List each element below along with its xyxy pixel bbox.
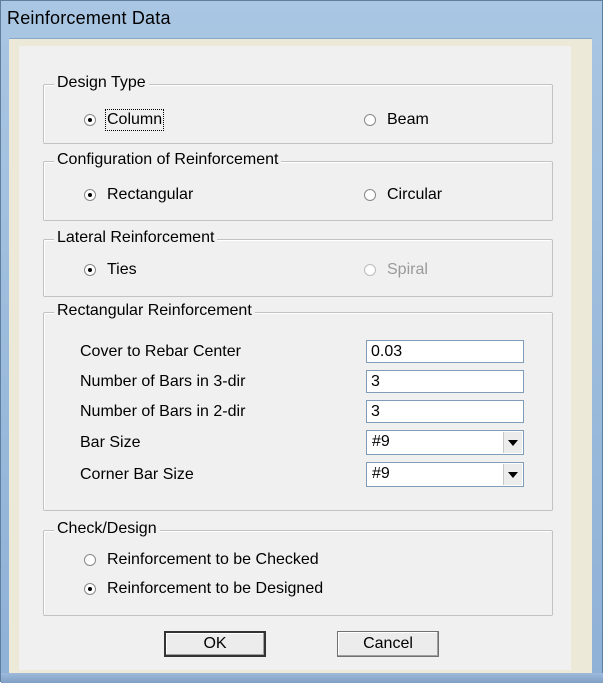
corner-bar-size-select[interactable]: #9 — [366, 462, 524, 487]
corner-bar-size-value: #9 — [372, 465, 390, 482]
radio-beam-indicator[interactable] — [364, 114, 376, 126]
cover-input[interactable] — [366, 340, 524, 363]
window-title: Reinforcement Data — [7, 8, 171, 28]
bars-2dir-label: Number of Bars in 2-dir — [80, 403, 246, 420]
radio-rectangular-indicator[interactable] — [84, 189, 96, 201]
radio-circular-label: Circular — [387, 186, 443, 203]
radio-rectangular-label: Rectangular — [107, 186, 194, 203]
radio-circular-indicator[interactable] — [364, 189, 376, 201]
radio-ties-label: Ties — [107, 261, 137, 278]
bars-3dir-input[interactable] — [366, 370, 524, 393]
cancel-button[interactable]: Cancel — [337, 631, 439, 657]
rectangular-reinforcement-group: Rectangular Reinforcement Cover to Rebar… — [43, 302, 553, 511]
radio-column-label: Column — [104, 109, 165, 131]
radio-ties-indicator[interactable] — [84, 264, 96, 276]
configuration-group: Configuration of Reinforcement Rectangul… — [43, 151, 553, 221]
radio-circular[interactable]: Circular — [364, 184, 442, 206]
bars-3dir-label: Number of Bars in 3-dir — [80, 373, 246, 390]
dialog-body: Design Type Column Beam Configuration of… — [19, 46, 571, 670]
radio-spiral-label: Spiral — [387, 261, 428, 278]
radio-column[interactable]: Column — [84, 109, 165, 131]
cover-label: Cover to Rebar Center — [80, 343, 241, 360]
check-design-group: Check/Design Reinforcement to be Checked… — [43, 520, 553, 616]
radio-spiral: Spiral — [364, 259, 428, 281]
bar-size-select[interactable]: #9 — [366, 430, 524, 455]
radio-reinforcement-checked[interactable]: Reinforcement to be Checked — [84, 549, 319, 571]
title-bar[interactable]: Reinforcement Data — [1, 1, 603, 37]
radio-spiral-indicator — [364, 264, 376, 276]
radio-column-indicator[interactable] — [84, 114, 96, 126]
design-type-legend: Design Type — [54, 74, 149, 92]
radio-reinforcement-checked-label: Reinforcement to be Checked — [107, 551, 319, 568]
chevron-down-icon[interactable] — [503, 464, 522, 485]
lateral-legend: Lateral Reinforcement — [54, 229, 218, 247]
radio-reinforcement-designed-indicator[interactable] — [84, 583, 96, 595]
bar-size-label: Bar Size — [80, 434, 141, 451]
check-design-legend: Check/Design — [54, 520, 160, 538]
radio-beam[interactable]: Beam — [364, 109, 429, 131]
configuration-legend: Configuration of Reinforcement — [54, 151, 282, 169]
corner-bar-size-label: Corner Bar Size — [80, 466, 194, 483]
dialog-client-area: Design Type Column Beam Configuration of… — [9, 38, 592, 674]
lateral-group: Lateral Reinforcement Ties Spiral — [43, 229, 553, 297]
chevron-down-icon[interactable] — [503, 432, 522, 453]
design-type-group: Design Type Column Beam — [43, 74, 553, 144]
radio-reinforcement-designed[interactable]: Reinforcement to be Designed — [84, 578, 323, 600]
radio-ties[interactable]: Ties — [84, 259, 137, 281]
radio-rectangular[interactable]: Rectangular — [84, 184, 193, 206]
reinforcement-data-window: Reinforcement Data Design Type Column Be… — [0, 0, 603, 683]
radio-beam-label: Beam — [387, 111, 429, 128]
bars-2dir-input[interactable] — [366, 400, 524, 423]
radio-reinforcement-designed-label: Reinforcement to be Designed — [107, 580, 324, 597]
bar-size-value: #9 — [372, 433, 390, 450]
rectangular-reinforcement-legend: Rectangular Reinforcement — [54, 302, 255, 320]
radio-reinforcement-checked-indicator[interactable] — [84, 554, 96, 566]
ok-button[interactable]: OK — [164, 631, 266, 657]
